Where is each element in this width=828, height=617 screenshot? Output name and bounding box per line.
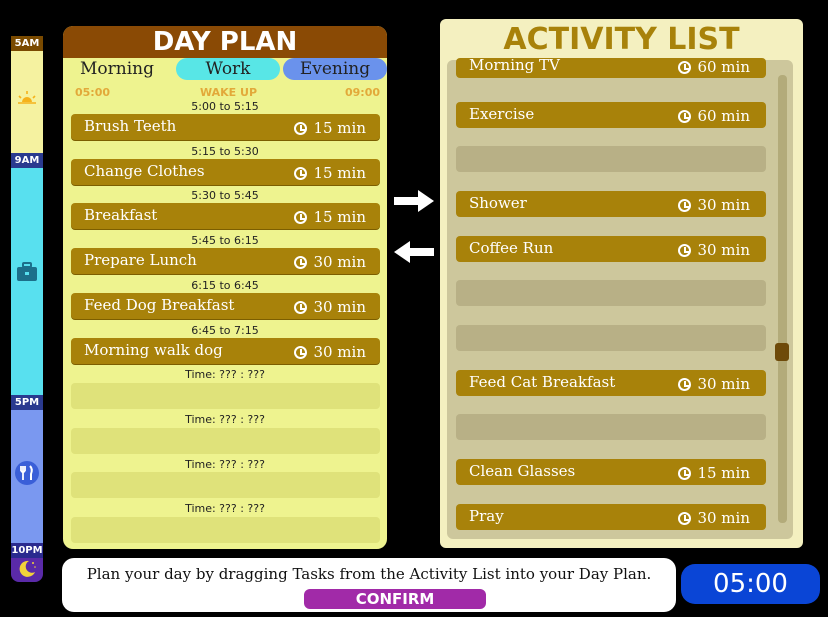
empty-slot-time: Time: ??? : ???	[185, 458, 265, 471]
plan-task[interactable]: Breakfast 15 min	[71, 203, 380, 229]
activity-duration: 60 min	[697, 58, 750, 76]
activity-duration: 15 min	[697, 464, 750, 482]
clock-icon	[678, 243, 692, 257]
clock-icon	[678, 377, 692, 391]
timeline-label-10pm: 10PM	[11, 543, 43, 558]
activity-item[interactable]: Coffee Run 30 min	[456, 236, 766, 262]
scrollbar-track[interactable]	[778, 75, 787, 523]
timeline-label-5pm: 5PM	[11, 395, 43, 410]
timeline-work	[11, 166, 43, 409]
plan-task[interactable]: Prepare Lunch 30 min	[71, 248, 380, 274]
activity-name: Pray	[469, 507, 504, 525]
day-plan-title: DAY PLAN	[63, 26, 387, 58]
activity-duration: 60 min	[697, 107, 750, 125]
tab-work[interactable]: Work	[176, 58, 280, 80]
clock-icon	[678, 198, 692, 212]
empty-plan-slot[interactable]	[71, 517, 380, 543]
task-time: 6:45 to 7:15	[191, 324, 259, 337]
empty-plan-slot[interactable]	[71, 383, 380, 409]
task-time: 5:45 to 6:15	[191, 234, 259, 247]
activity-duration: 30 min	[697, 509, 750, 527]
empty-activity-slot[interactable]	[456, 325, 766, 351]
task-name: Brush Teeth	[84, 117, 177, 135]
task-duration: 30 min	[313, 343, 366, 361]
activity-item[interactable]: Pray 30 min	[456, 504, 766, 530]
activity-name: Feed Cat Breakfast	[469, 373, 616, 391]
clock-icon	[678, 511, 692, 525]
scrollbar-thumb[interactable]	[775, 343, 789, 361]
empty-plan-slot[interactable]	[71, 428, 380, 454]
activity-name: Exercise	[469, 105, 535, 123]
task-time: 5:30 to 5:45	[191, 189, 259, 202]
empty-plan-slot[interactable]	[71, 472, 380, 498]
timeline-label-5am: 5AM	[11, 36, 43, 51]
game-clock: 05:00	[681, 564, 820, 604]
empty-slot-time: Time: ??? : ???	[185, 502, 265, 515]
clock-icon	[294, 300, 308, 314]
range-end: 09:00	[345, 86, 381, 99]
clock-icon	[678, 109, 692, 123]
activity-item[interactable]: Morning TV 60 min	[456, 58, 766, 78]
plan-task[interactable]: Feed Dog Breakfast 30 min	[71, 293, 380, 319]
task-name: Prepare Lunch	[84, 251, 197, 269]
task-name: Morning walk dog	[84, 341, 223, 359]
clock-icon	[294, 255, 308, 269]
empty-slot-time: Time: ??? : ???	[185, 413, 265, 426]
instruction-text: Plan your day by dragging Tasks from the…	[86, 565, 652, 583]
task-name: Change Clothes	[84, 162, 205, 180]
moon-icon	[19, 560, 36, 577]
plan-task[interactable]: Morning walk dog 30 min	[71, 338, 380, 364]
activity-list-title: ACTIVITY LIST	[503, 22, 740, 57]
sun-icon	[16, 91, 38, 106]
activity-item[interactable]: Clean Glasses 15 min	[456, 459, 766, 485]
activity-duration: 30 min	[697, 241, 750, 259]
tab-morning[interactable]: Morning	[70, 58, 164, 80]
clock-icon	[678, 60, 692, 74]
task-duration: 15 min	[313, 208, 366, 226]
confirm-button[interactable]: CONFIRM	[304, 589, 486, 609]
plan-task[interactable]: Change Clothes 15 min	[71, 159, 380, 185]
empty-activity-slot[interactable]	[456, 146, 766, 172]
task-duration: 30 min	[313, 253, 366, 271]
timeline-label-9am: 9AM	[11, 153, 43, 168]
activity-duration: 30 min	[697, 196, 750, 214]
activity-item[interactable]: Exercise 60 min	[456, 102, 766, 128]
activity-item[interactable]: Shower 30 min	[456, 191, 766, 217]
task-duration: 15 min	[313, 164, 366, 182]
activity-name: Morning TV	[469, 58, 560, 74]
range-label: WAKE UP	[200, 86, 258, 99]
task-time: 5:15 to 5:30	[191, 145, 259, 158]
move-left-arrow-icon[interactable]	[392, 240, 436, 264]
briefcase-icon	[17, 262, 37, 281]
clock-icon	[678, 466, 692, 480]
plan-task[interactable]: Brush Teeth 15 min	[71, 114, 380, 140]
task-duration: 30 min	[313, 298, 366, 316]
activity-item[interactable]: Feed Cat Breakfast 30 min	[456, 370, 766, 396]
task-time: 6:15 to 6:45	[191, 279, 259, 292]
task-duration: 15 min	[313, 119, 366, 137]
clock-icon	[294, 121, 308, 135]
activity-name: Clean Glasses	[469, 462, 576, 480]
tab-evening[interactable]: Evening	[283, 58, 387, 80]
empty-slot-time: Time: ??? : ???	[185, 368, 265, 381]
clock-icon	[294, 166, 308, 180]
activity-name: Coffee Run	[469, 239, 554, 257]
clock-icon	[294, 345, 308, 359]
move-right-arrow-icon[interactable]	[392, 189, 436, 213]
task-name: Breakfast	[84, 206, 158, 224]
task-name: Feed Dog Breakfast	[84, 296, 235, 314]
empty-activity-slot[interactable]	[456, 414, 766, 440]
activity-name: Shower	[469, 194, 527, 212]
clock-icon	[294, 210, 308, 224]
activity-duration: 30 min	[697, 375, 750, 393]
task-time: 5:00 to 5:15	[191, 100, 259, 113]
empty-activity-slot[interactable]	[456, 280, 766, 306]
utensils-icon	[15, 461, 39, 485]
range-start: 05:00	[75, 86, 111, 99]
